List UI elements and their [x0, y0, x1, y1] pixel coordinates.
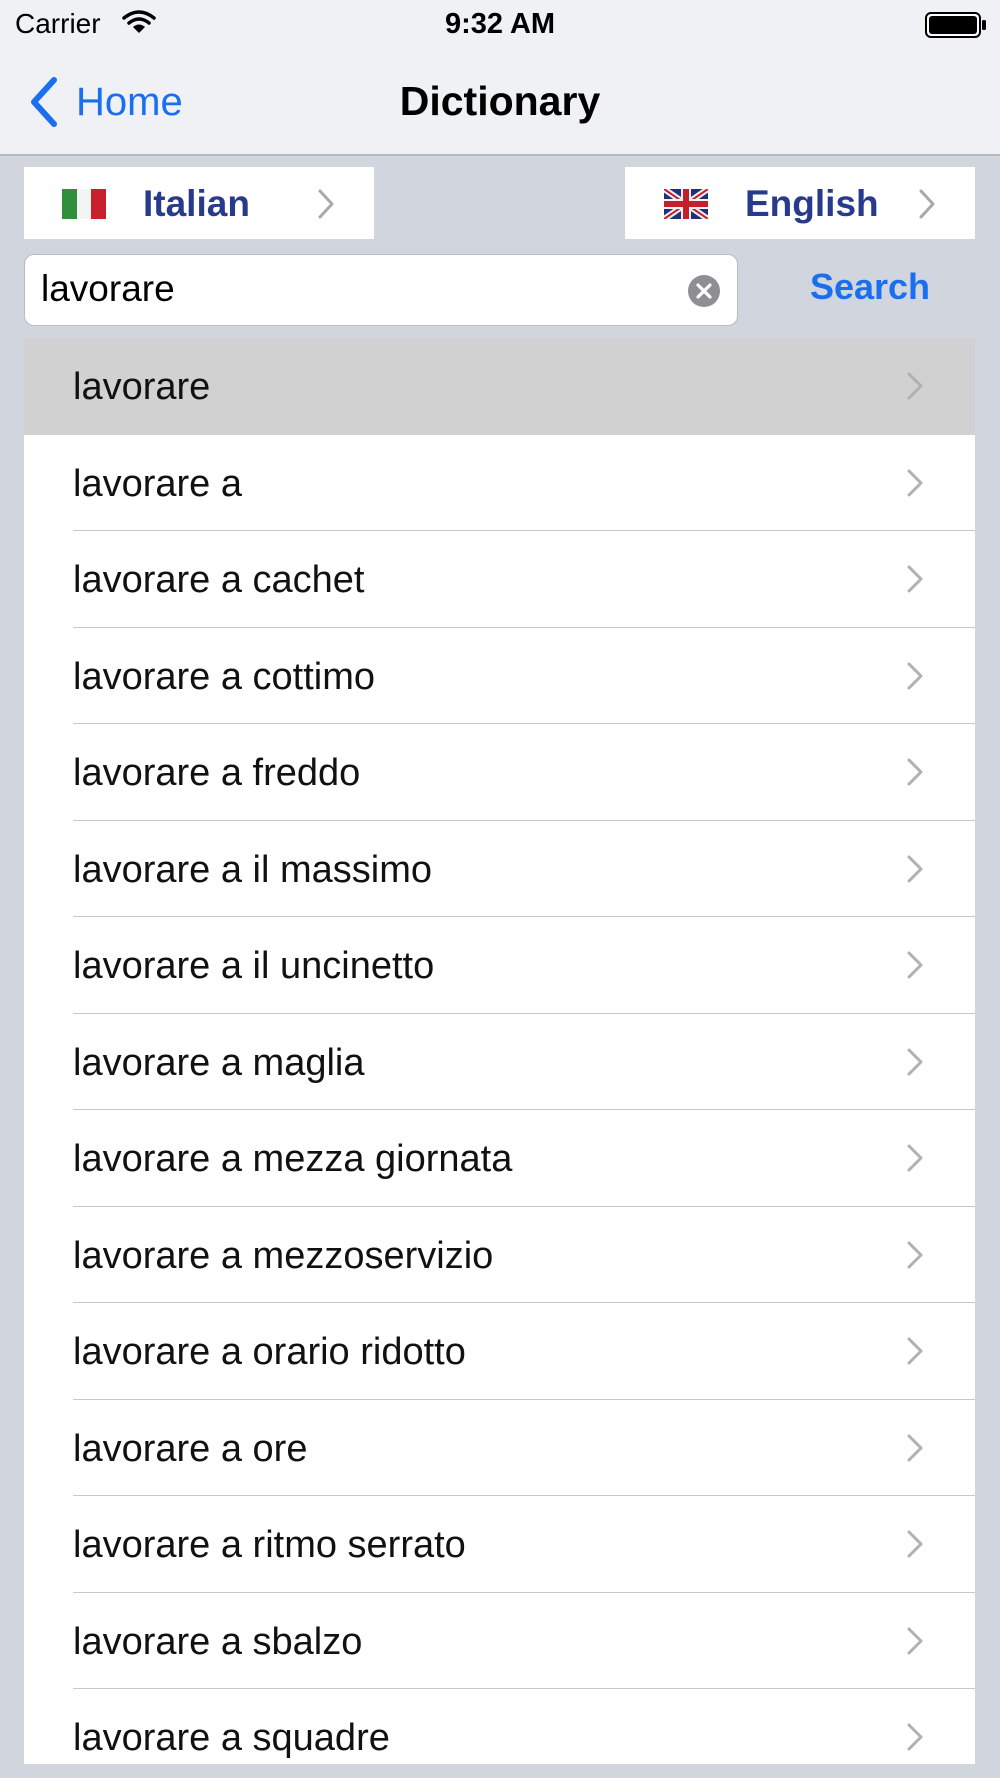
chevron-right-icon [907, 1627, 923, 1654]
chevron-right-icon [907, 951, 923, 979]
result-label: lavorare a [73, 462, 242, 505]
target-language-label: English [745, 183, 879, 224]
result-row[interactable]: lavorare a cachet [24, 531, 975, 628]
chevron-right-icon [919, 189, 935, 219]
result-row[interactable]: lavorare a ritmo serrato [24, 1496, 975, 1593]
result-row[interactable]: lavorare a il massimo [24, 821, 975, 917]
result-row[interactable]: lavorare a squadre [24, 1689, 975, 1764]
italy-flag-icon [62, 189, 106, 219]
result-row[interactable]: lavorare [24, 338, 975, 435]
chevron-right-icon [907, 1241, 923, 1268]
chevron-right-icon [907, 1337, 923, 1365]
result-row[interactable]: lavorare a mezzoservizio [24, 1207, 975, 1303]
result-label: lavorare a squadre [73, 1717, 390, 1759]
result-row[interactable]: lavorare a il uncinetto [24, 917, 975, 1014]
search-field [24, 254, 738, 326]
chevron-right-icon [907, 372, 923, 400]
search-button[interactable]: Search [790, 266, 950, 314]
source-language-button[interactable]: Italian [24, 167, 374, 239]
chevron-right-icon [907, 565, 923, 593]
clear-circle-icon[interactable] [687, 274, 721, 308]
result-label: lavorare [73, 366, 211, 408]
status-bar: Carrier 9:32 AM [0, 0, 1000, 50]
chevron-right-icon [907, 758, 923, 786]
target-language-button[interactable]: English [625, 167, 975, 239]
chevron-right-icon [907, 469, 923, 496]
chevron-right-icon [907, 1144, 923, 1172]
battery-icon [925, 12, 986, 38]
result-label: lavorare a mezza giornata [73, 1138, 513, 1180]
result-row[interactable]: lavorare a cottimo [24, 628, 975, 724]
result-label: lavorare a sbalzo [73, 1620, 363, 1663]
result-row[interactable]: lavorare a sbalzo [24, 1593, 975, 1689]
result-row[interactable]: lavorare a orario ridotto [24, 1303, 975, 1400]
result-label: lavorare a cottimo [73, 655, 376, 698]
result-label: lavorare a freddo [73, 752, 361, 794]
navigation-bar: Home Dictionary [0, 50, 1000, 156]
result-label: lavorare a cachet [73, 559, 365, 601]
result-label: lavorare a maglia [73, 1041, 365, 1084]
source-language-label: Italian [143, 183, 250, 224]
result-row[interactable]: lavorare a freddo [24, 724, 975, 821]
results-list: lavorare lavorare a lavorare a cachet lavor… [24, 338, 975, 1764]
chevron-right-icon [907, 1048, 923, 1075]
result-label: lavorare a mezzoservizio [73, 1234, 494, 1277]
chevron-right-icon [907, 855, 923, 882]
chevron-right-icon [907, 1723, 923, 1751]
chevron-right-icon [907, 662, 923, 689]
result-label: lavorare a orario ridotto [73, 1331, 466, 1373]
chevron-right-icon [907, 1434, 923, 1461]
status-time: 9:32 AM [444, 8, 556, 40]
chevron-right-icon [907, 1530, 923, 1558]
result-label: lavorare a il massimo [73, 848, 432, 891]
result-row[interactable]: lavorare a [24, 435, 975, 531]
uk-flag-icon [664, 189, 708, 219]
page-title: Dictionary [399, 78, 601, 124]
result-row[interactable]: lavorare a ore [24, 1400, 975, 1496]
result-label: lavorare a ritmo serrato [73, 1524, 466, 1566]
chevron-right-icon [318, 189, 334, 219]
search-input[interactable] [41, 265, 661, 313]
result-row[interactable]: lavorare a mezza giornata [24, 1110, 975, 1207]
result-label: lavorare a il uncinetto [73, 945, 435, 987]
result-row[interactable]: lavorare a maglia [24, 1014, 975, 1110]
result-label: lavorare a ore [73, 1427, 308, 1470]
